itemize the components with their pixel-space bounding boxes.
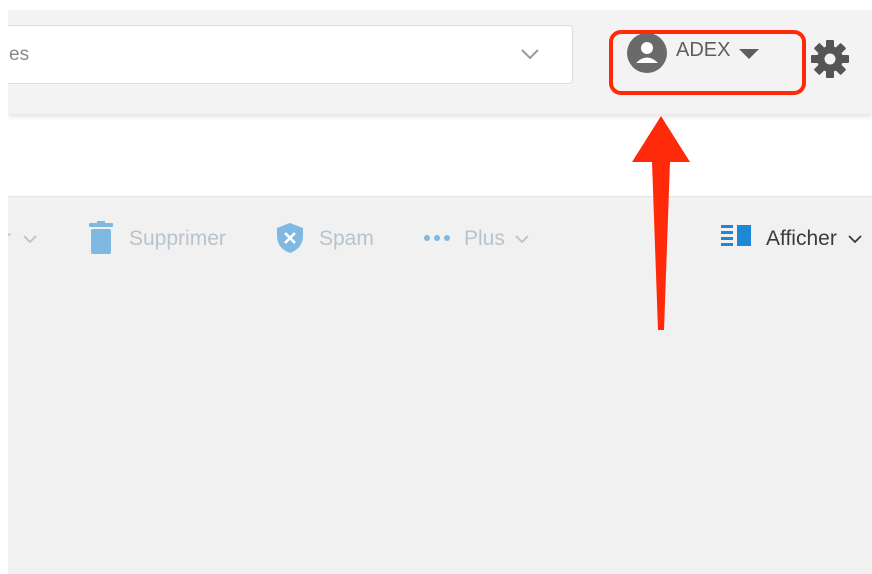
folder-select[interactable]: es — [8, 25, 573, 84]
toolbar-truncated-item[interactable]: r — [8, 225, 48, 251]
annotation-arrow — [632, 116, 690, 330]
shield-x-icon — [277, 223, 303, 253]
delete-label: Supprimer — [129, 227, 226, 250]
columns-view-icon — [721, 225, 751, 246]
gear-icon[interactable] — [810, 39, 850, 79]
truncated-label: r — [8, 227, 11, 251]
user-menu-highlight — [609, 30, 806, 95]
delete-button[interactable]: Supprimer — [88, 221, 238, 254]
chevron-down-icon — [23, 235, 37, 244]
message-toolbar: r Supprimer Spam — [8, 208, 872, 268]
more-label: Plus — [464, 227, 505, 250]
app-frame: es ADEX Supprimer Spam Plus Afficher — [8, 10, 872, 574]
more-button[interactable]: Plus — [422, 225, 542, 251]
chevron-down-icon — [521, 49, 539, 60]
view-label: Afficher — [766, 227, 837, 250]
message-header-strip — [8, 114, 872, 197]
spam-button[interactable]: Spam — [276, 223, 386, 253]
ellipsis-icon — [424, 235, 450, 241]
chevron-down-icon — [848, 235, 862, 244]
folder-select-text: es — [9, 44, 30, 65]
chevron-down-icon — [515, 235, 529, 244]
view-button[interactable]: Afficher — [721, 225, 869, 251]
trash-icon — [89, 221, 113, 254]
spam-label: Spam — [319, 227, 374, 250]
